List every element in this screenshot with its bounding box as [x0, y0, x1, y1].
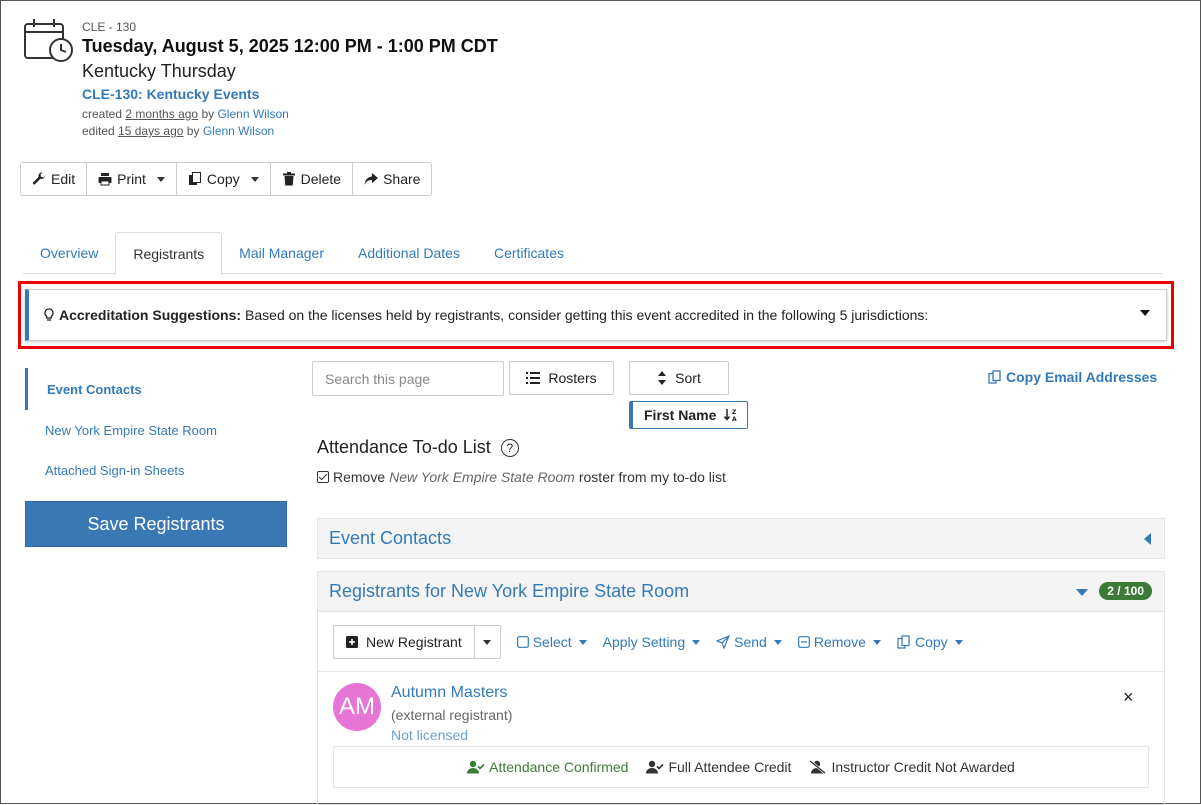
select-menu[interactable]: Select	[516, 634, 587, 650]
new-registrant-button[interactable]: New Registrant	[333, 625, 475, 659]
registrant-license-status[interactable]: Not licensed	[391, 727, 468, 743]
created-ago-link[interactable]: 2 months ago	[125, 107, 198, 121]
sort-chip-first-name[interactable]: First Name ZA	[629, 401, 748, 429]
edited-meta: edited 15 days ago by Glenn Wilson	[82, 124, 275, 138]
program-link[interactable]: CLE-130: Kentucky Events	[82, 86, 259, 102]
delete-button[interactable]: Delete	[270, 162, 354, 196]
left-nav-new-york-room[interactable]: New York Empire State Room	[25, 423, 287, 438]
square-icon	[516, 636, 529, 648]
search-input[interactable]	[312, 361, 504, 396]
chevron-down-icon	[250, 176, 259, 182]
sort-icon	[658, 371, 667, 385]
new-registrant-dropdown[interactable]	[474, 625, 501, 659]
banner-heading: Accreditation Suggestions:	[59, 307, 242, 323]
copy-icon	[897, 635, 910, 649]
event-contacts-panel[interactable]: Event Contacts	[317, 518, 1165, 559]
sort-alpha-icon: ZA	[724, 409, 737, 422]
created-by-link[interactable]: Glenn Wilson	[217, 107, 288, 121]
avatar: AM	[333, 683, 381, 731]
plus-square-icon	[346, 636, 358, 648]
tab-overview[interactable]: Overview	[23, 232, 115, 274]
tab-mail-manager[interactable]: Mail Manager	[222, 232, 341, 274]
edit-button[interactable]: Edit	[20, 162, 88, 196]
user-slash-icon	[809, 760, 827, 774]
sort-button[interactable]: Sort	[629, 361, 729, 395]
copy-icon	[988, 370, 1001, 384]
registrant-type: (external registrant)	[391, 707, 513, 723]
chevron-down-icon	[156, 176, 165, 182]
save-registrants-button[interactable]: Save Registrants	[25, 501, 287, 547]
event-title: Kentucky Thursday	[82, 61, 236, 81]
print-button[interactable]: Print	[87, 162, 177, 196]
lightbulb-icon	[44, 308, 54, 321]
copy-icon	[188, 172, 201, 185]
event-toolbar: Edit Print Copy Delete Share	[20, 162, 433, 196]
left-nav-sign-in-sheets[interactable]: Attached Sign-in Sheets	[25, 463, 287, 478]
remove-menu[interactable]: Remove	[797, 634, 881, 650]
checkbox-icon	[317, 471, 329, 483]
rosters-button[interactable]: Rosters	[509, 361, 614, 395]
todo-heading: Attendance To-do List ?	[317, 437, 519, 458]
todo-remove-link[interactable]: Remove New York Empire State Room roster…	[317, 469, 726, 485]
svg-text:Z: Z	[732, 409, 737, 416]
caret-down-icon[interactable]	[1140, 310, 1150, 316]
paper-plane-icon	[716, 635, 731, 649]
apply-setting-menu[interactable]: Apply Setting	[603, 634, 701, 650]
event-code: CLE - 130	[82, 20, 137, 34]
copy-button[interactable]: Copy	[176, 162, 271, 196]
edited-ago-link[interactable]: 15 days ago	[118, 124, 183, 138]
share-button[interactable]: Share	[353, 162, 433, 196]
wrench-icon	[32, 172, 46, 185]
tab-additional-dates[interactable]: Additional Dates	[341, 232, 477, 274]
edited-by-link[interactable]: Glenn Wilson	[203, 124, 274, 138]
share-icon	[364, 173, 379, 185]
tab-certificates[interactable]: Certificates	[477, 232, 581, 274]
credit-status-row: Attendance Confirmed Full Attendee Credi…	[333, 746, 1149, 788]
registrant-actions: New Registrant Select Apply Setting Send…	[333, 625, 963, 659]
instructor-credit-status[interactable]: Instructor Credit Not Awarded	[809, 759, 1015, 775]
list-icon	[526, 372, 541, 384]
calendar-clock-icon	[24, 19, 73, 62]
tab-registrants[interactable]: Registrants	[115, 232, 223, 275]
remove-registrant-icon[interactable]: ×	[1123, 687, 1134, 708]
registrant-name-link[interactable]: Autumn Masters	[391, 684, 507, 702]
registrant-count-badge: 2 / 100	[1099, 582, 1152, 600]
caret-left-icon	[1144, 533, 1151, 545]
attendance-confirmed-status[interactable]: Attendance Confirmed	[467, 759, 628, 775]
copy-menu[interactable]: Copy	[897, 634, 963, 650]
minus-square-icon	[797, 636, 810, 648]
accreditation-banner[interactable]: Accreditation Suggestions: Based on the …	[25, 289, 1167, 341]
left-nav-event-contacts[interactable]: Event Contacts	[25, 368, 287, 410]
chevron-down-icon	[483, 639, 492, 645]
attendee-credit-status[interactable]: Full Attendee Credit	[646, 759, 791, 775]
user-check-icon	[467, 760, 485, 774]
trash-icon	[282, 172, 295, 186]
help-icon[interactable]: ?	[500, 438, 519, 457]
divider	[318, 671, 1164, 672]
caret-down-icon	[1076, 589, 1088, 596]
event-datetime: Tuesday, August 5, 2025 12:00 PM - 1:00 …	[82, 36, 498, 56]
registrants-panel-header[interactable]: Registrants for New York Empire State Ro…	[317, 571, 1165, 612]
user-check-icon	[646, 760, 665, 774]
svg-text:A: A	[732, 416, 737, 422]
send-menu[interactable]: Send	[716, 634, 782, 650]
created-meta: created 2 months ago by Glenn Wilson	[82, 107, 289, 121]
banner-text: Based on the licenses held by registrant…	[245, 307, 929, 323]
copy-email-addresses-link[interactable]: Copy Email Addresses	[988, 369, 1157, 385]
event-tabs: Overview Registrants Mail Manager Additi…	[23, 232, 1163, 275]
print-icon	[98, 173, 112, 186]
